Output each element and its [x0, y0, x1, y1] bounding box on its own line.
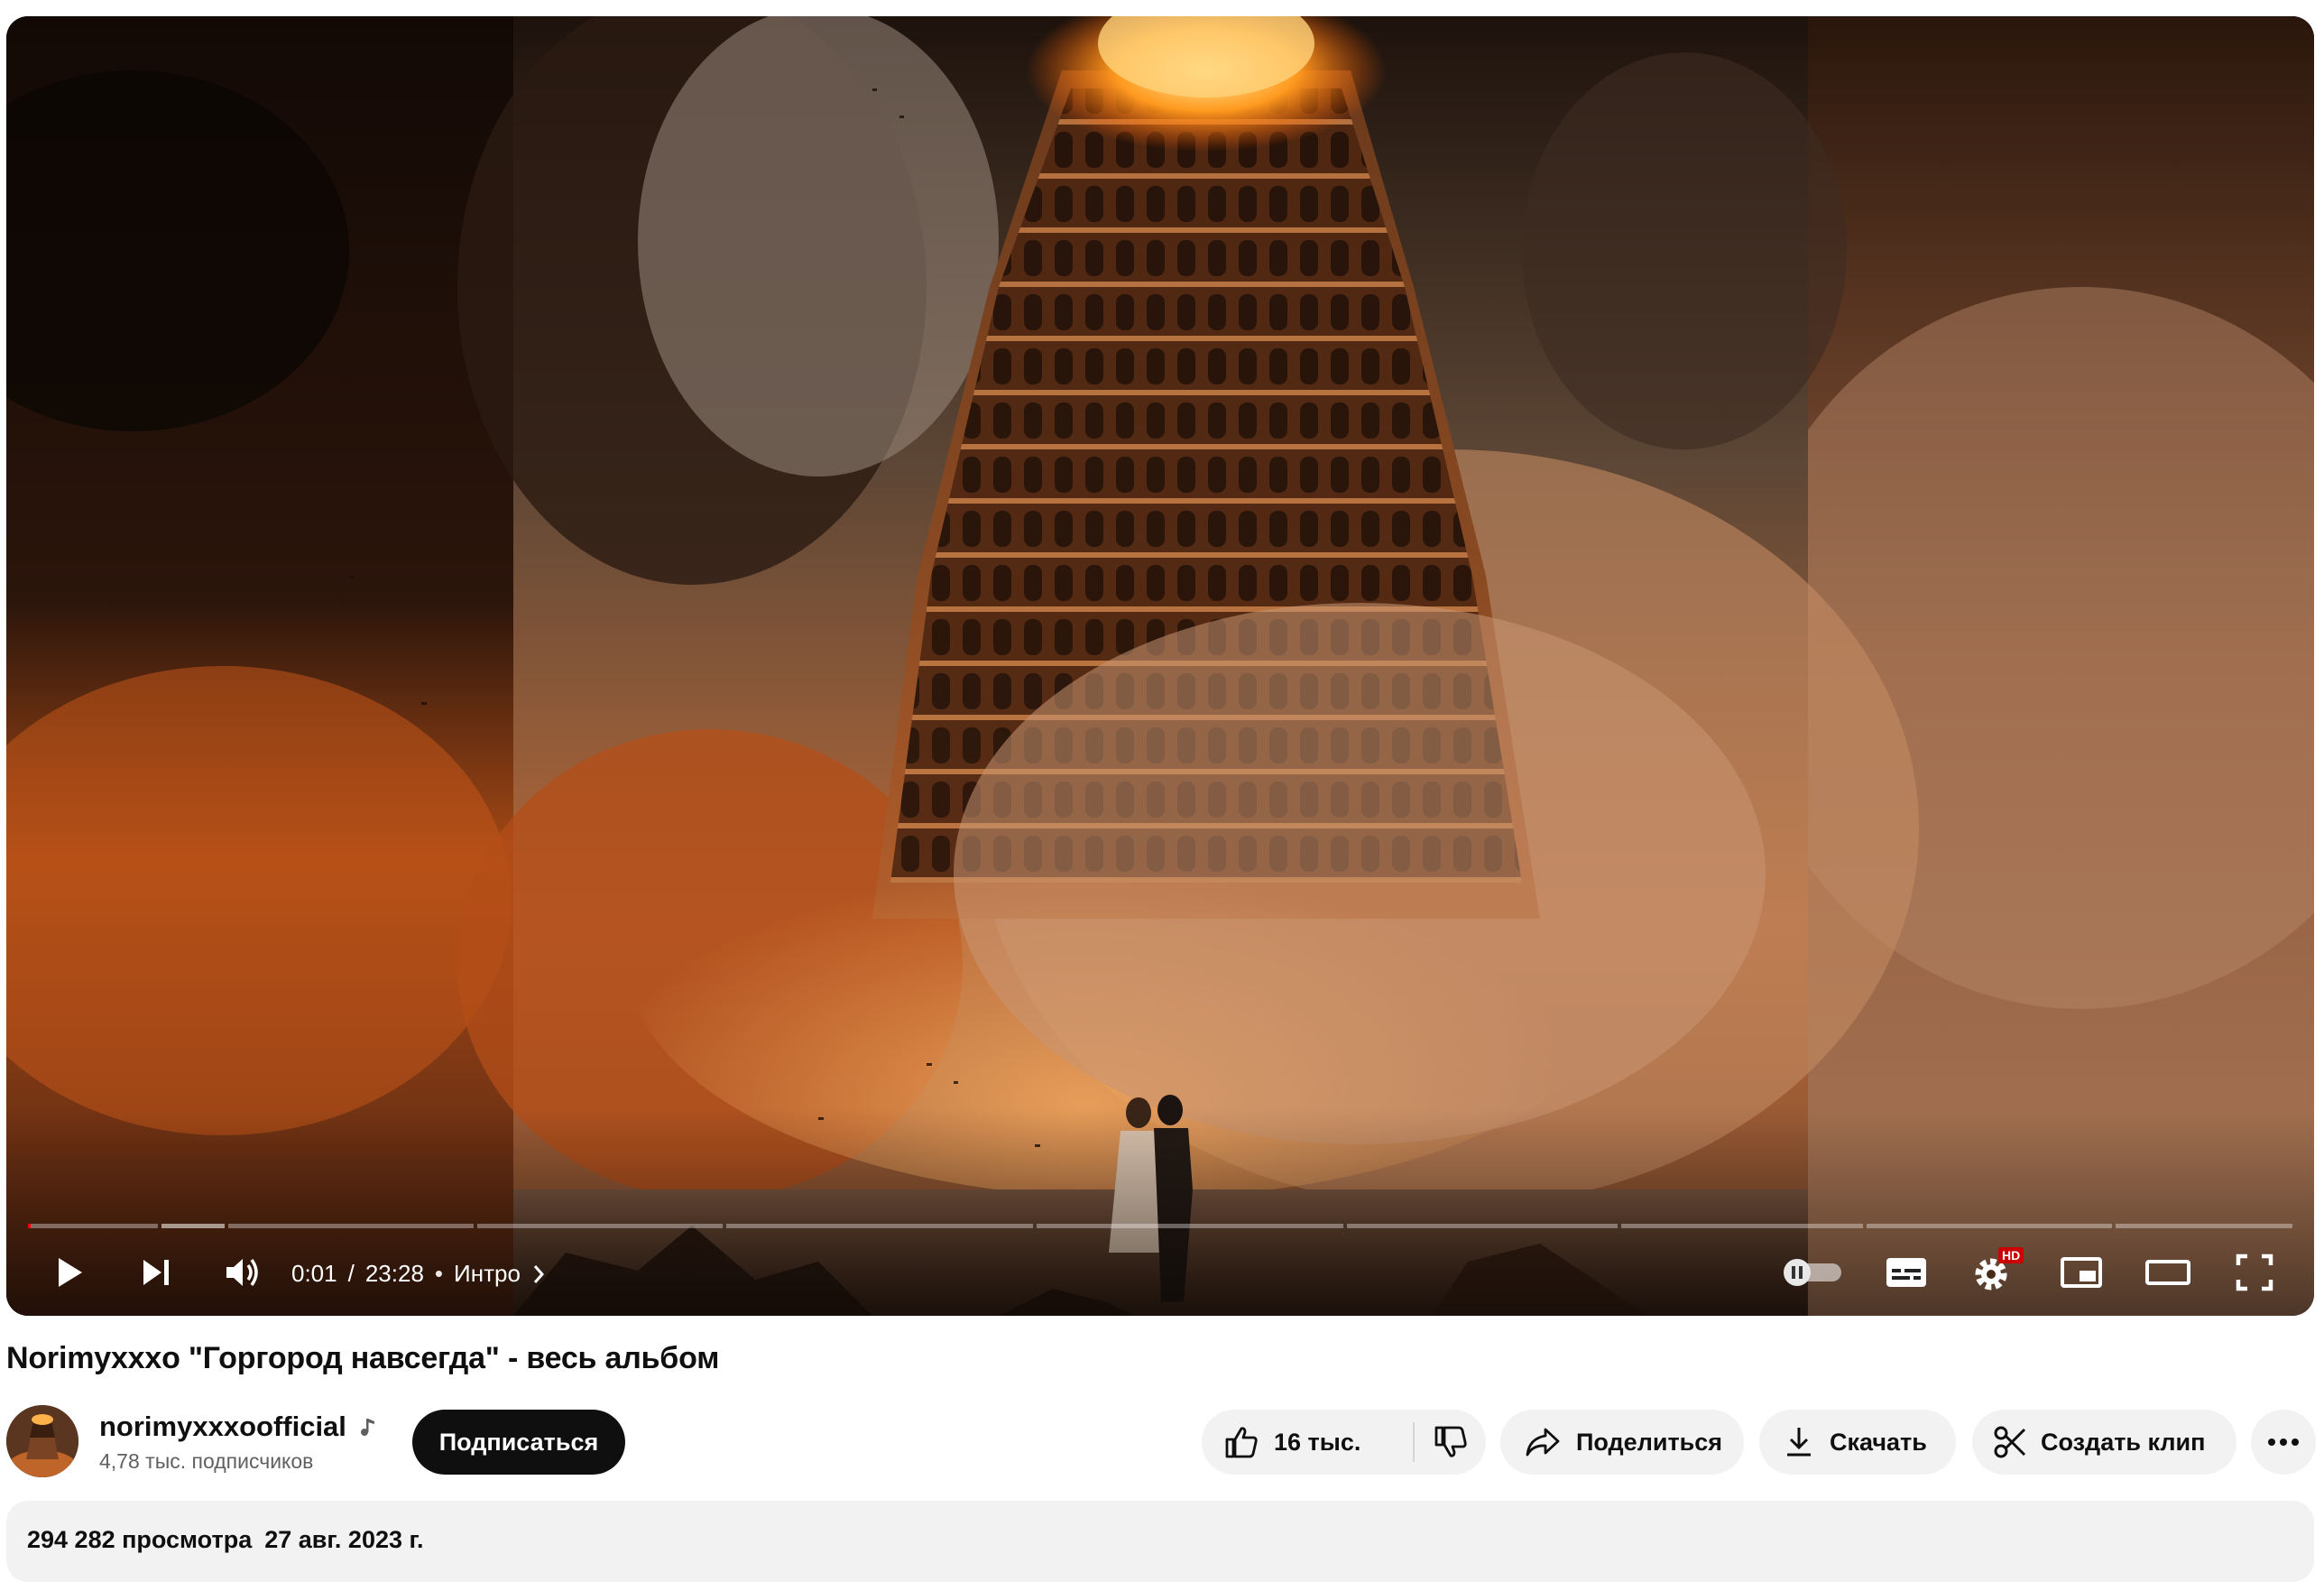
subscribe-button[interactable]: Подписаться — [412, 1410, 625, 1475]
settings-button[interactable]: HD — [1964, 1244, 2024, 1301]
music-note-icon — [360, 1419, 374, 1436]
play-button[interactable] — [41, 1244, 98, 1301]
volume-icon — [226, 1258, 258, 1287]
chapter-bullet: • — [434, 1260, 444, 1287]
time-current: 0:01 — [291, 1260, 337, 1287]
download-button[interactable]: Скачать — [1759, 1410, 1956, 1475]
create-clip-button[interactable]: Создать клип — [1972, 1410, 2236, 1475]
description-box[interactable]: 294 282 просмотра 27 авг. 2023 г. — [6, 1501, 2314, 1582]
autoplay-toggle[interactable] — [1780, 1244, 1849, 1301]
more-actions-button[interactable] — [2251, 1410, 2316, 1475]
subtitles-button[interactable] — [1877, 1244, 1935, 1301]
channel-avatar[interactable] — [6, 1405, 78, 1477]
next-button[interactable] — [127, 1244, 185, 1301]
play-icon — [59, 1258, 82, 1287]
player-controls: 0:01 / 23:28 • Интро HD — [6, 1235, 2314, 1307]
video-title: Norimyxxxo "Горгород навсегда" - весь ал… — [6, 1341, 720, 1375]
share-button[interactable]: Поделиться — [1500, 1410, 1744, 1475]
hd-badge: HD — [1998, 1247, 2024, 1263]
progress-bar[interactable] — [28, 1224, 2292, 1228]
upload-date: 27 авг. 2023 г. — [264, 1526, 424, 1553]
share-label: Поделиться — [1576, 1428, 1723, 1456]
time-display: 0:01 / 23:28 • Интро — [291, 1260, 546, 1288]
chapter-segment[interactable] — [1037, 1224, 1343, 1228]
download-label: Скачать — [1830, 1428, 1927, 1456]
next-icon — [143, 1260, 169, 1285]
chapter-title[interactable]: Интро — [454, 1260, 521, 1288]
miniplayer-button[interactable] — [2052, 1244, 2110, 1301]
mute-button[interactable] — [214, 1244, 272, 1301]
fullscreen-icon — [2236, 1254, 2273, 1291]
scissors-icon — [1994, 1426, 2026, 1458]
dislike-button[interactable] — [1415, 1410, 1486, 1475]
progress-played — [28, 1224, 31, 1228]
autoplay-toggle-icon — [1784, 1259, 1841, 1286]
time-total: 23:28 — [364, 1260, 424, 1287]
chapter-segment[interactable] — [1621, 1224, 1863, 1228]
time-separator: / — [347, 1260, 355, 1287]
thumbs-down-icon — [1434, 1426, 1467, 1457]
chapter-segment[interactable] — [477, 1224, 723, 1228]
chapter-segment-buffered[interactable] — [161, 1224, 225, 1228]
miniplayer-icon — [2061, 1257, 2102, 1288]
view-count: 294 282 просмотра — [27, 1526, 253, 1553]
download-icon — [1787, 1428, 1811, 1457]
more-horizontal-icon — [2268, 1439, 2299, 1446]
channel-name[interactable]: norimyxxxoofficial — [99, 1411, 346, 1443]
video-player[interactable]: 0:01 / 23:28 • Интро HD — [6, 16, 2314, 1316]
chapter-segment[interactable] — [228, 1224, 474, 1228]
chapter-segment[interactable] — [1867, 1224, 2112, 1228]
like-count: 16 тыс. — [1274, 1428, 1361, 1456]
chapter-segment[interactable] — [28, 1224, 158, 1228]
subtitles-icon — [1886, 1258, 1926, 1287]
share-icon — [1526, 1428, 1560, 1457]
fullscreen-button[interactable] — [2226, 1244, 2283, 1301]
theater-mode-icon — [2145, 1260, 2190, 1285]
chevron-right-icon[interactable] — [531, 1263, 546, 1285]
description-meta: 294 282 просмотра 27 авг. 2023 г. — [27, 1526, 424, 1554]
like-dislike-group: 16 тыс. — [1202, 1410, 1486, 1475]
chapter-segment[interactable] — [2116, 1224, 2292, 1228]
subscriber-count: 4,78 тыс. подписчиков — [99, 1449, 314, 1473]
thumbs-up-icon — [1225, 1427, 1258, 1458]
avatar-image — [6, 1405, 78, 1477]
create-clip-label: Создать клип — [2041, 1428, 2206, 1456]
chapter-segment[interactable] — [1347, 1224, 1618, 1228]
theater-mode-button[interactable] — [2139, 1244, 2197, 1301]
like-button[interactable]: 16 тыс. — [1202, 1410, 1413, 1475]
chapter-segment[interactable] — [726, 1224, 1033, 1228]
channel-name-row: norimyxxxoofficial — [99, 1411, 377, 1443]
